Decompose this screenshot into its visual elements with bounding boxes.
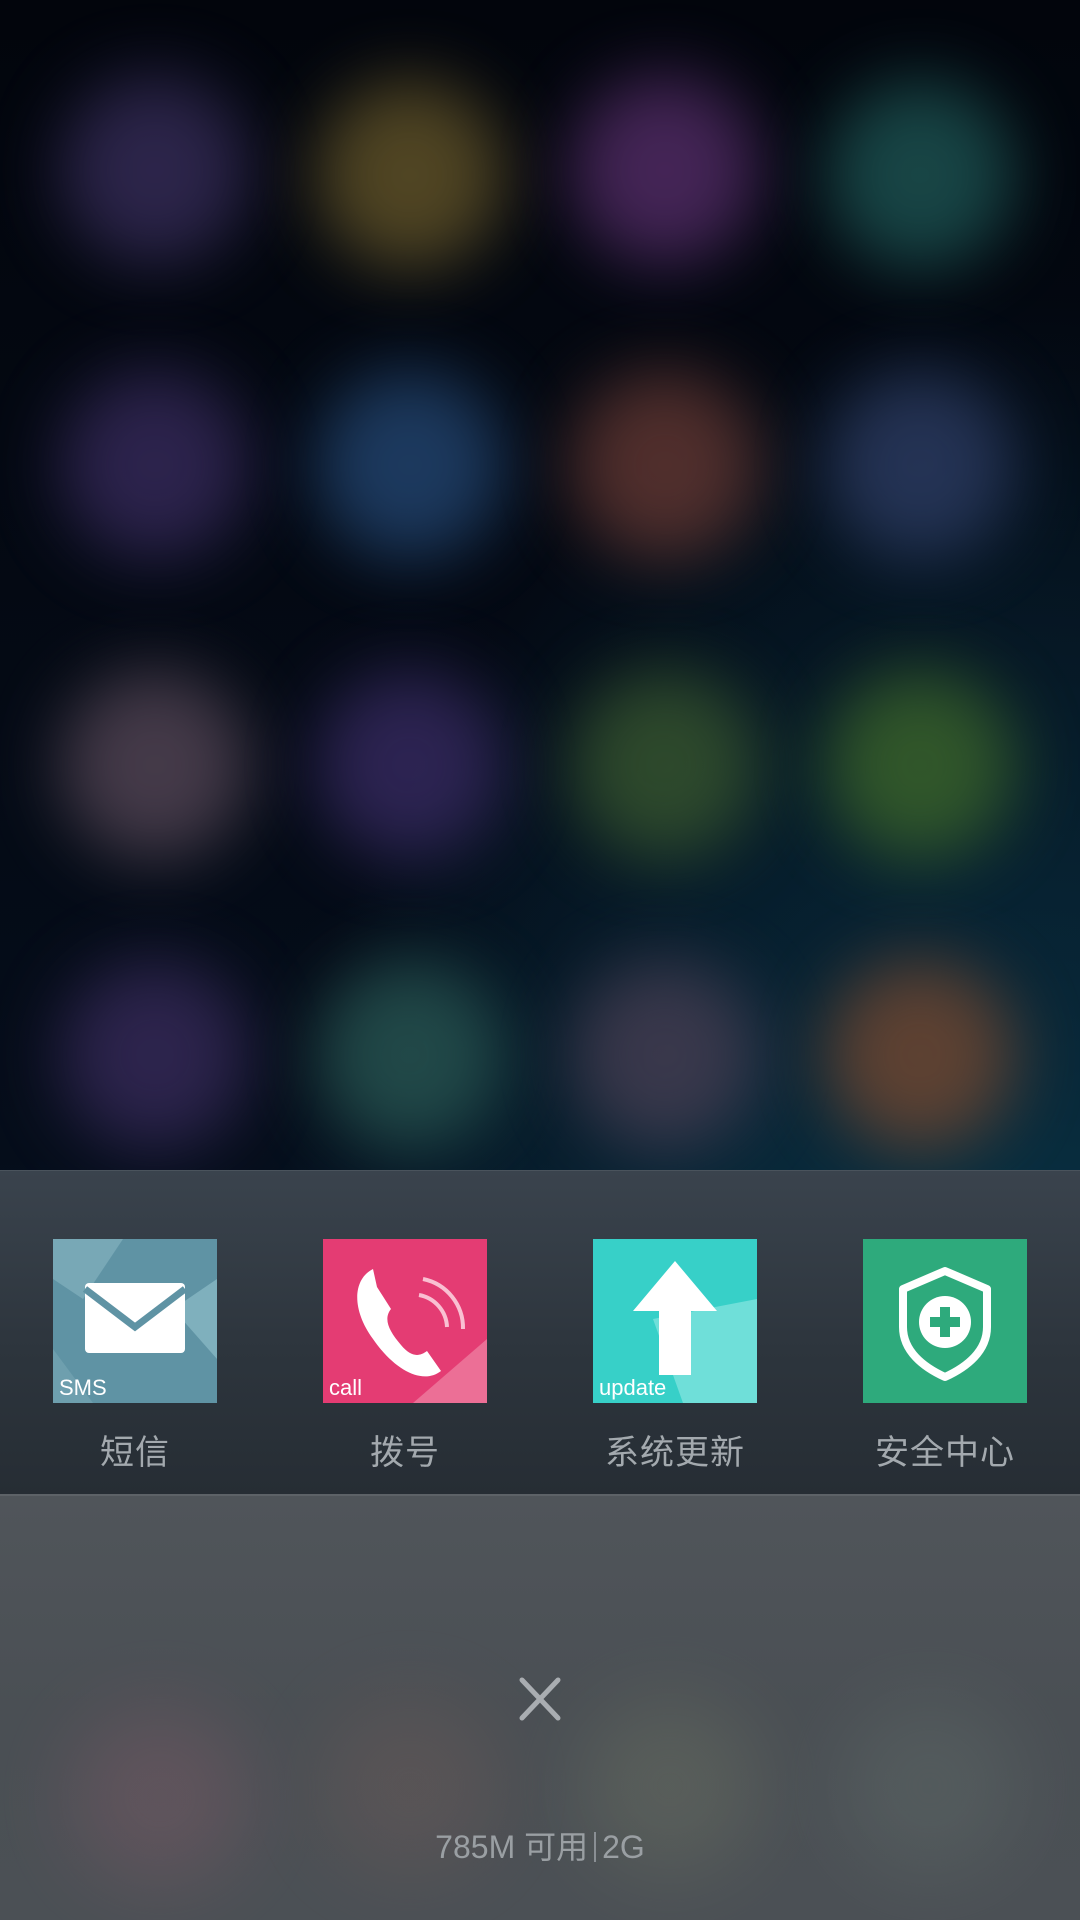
recents-bottom-tray: 785M 可用 2G: [0, 1494, 1080, 1920]
app-badge-label: update: [599, 1375, 667, 1400]
app-badge-label: SMS: [59, 1375, 107, 1400]
blurred-icon: [825, 370, 1015, 560]
app-name-label: 短信: [100, 1433, 170, 1473]
memory-available: 785M 可用: [435, 1829, 589, 1865]
memory-status: 785M 可用 2G: [0, 1822, 1080, 1868]
blurred-icon: [825, 960, 1015, 1150]
dialer-app-icon[interactable]: call: [323, 1239, 487, 1403]
memory-separator: [594, 1832, 597, 1862]
blurred-icon: [825, 670, 1015, 860]
blurred-icon: [570, 960, 760, 1150]
blurred-icon: [570, 75, 760, 265]
close-icon: [519, 1677, 561, 1721]
memory-total: 2G: [602, 1829, 645, 1865]
blurred-icon: [825, 80, 1015, 270]
clear-all-button[interactable]: [500, 1672, 580, 1732]
recent-app-sms[interactable]: SMS 短信: [35, 1239, 235, 1474]
recent-app-security-center[interactable]: 安全中心: [845, 1239, 1045, 1474]
blurred-icon: [60, 370, 250, 560]
app-badge-label: call: [329, 1375, 363, 1400]
blurred-icon: [315, 960, 505, 1150]
blurred-icon: [315, 370, 505, 560]
blurred-icon: [60, 960, 250, 1150]
app-name-label: 系统更新: [605, 1433, 745, 1473]
blurred-icon: [570, 370, 760, 560]
blurred-icon: [570, 670, 760, 860]
update-app-icon[interactable]: update: [593, 1239, 757, 1403]
app-name-label: 安全中心: [875, 1433, 1015, 1473]
shield-plus-icon: [863, 1239, 1027, 1403]
blurred-icon: [315, 80, 505, 270]
sms-app-icon[interactable]: SMS: [53, 1239, 217, 1403]
blurred-icon: [315, 670, 505, 860]
security-app-icon[interactable]: [863, 1239, 1027, 1403]
recent-apps-panel: SMS 短信 call 拨号 update 系统更新 安全中心: [0, 1170, 1080, 1495]
blurred-icon: [60, 670, 250, 860]
recent-app-system-update[interactable]: update 系统更新: [575, 1239, 775, 1474]
recent-app-dialer[interactable]: call 拨号: [305, 1239, 505, 1474]
app-name-label: 拨号: [370, 1433, 440, 1473]
blurred-icon: [60, 75, 250, 265]
